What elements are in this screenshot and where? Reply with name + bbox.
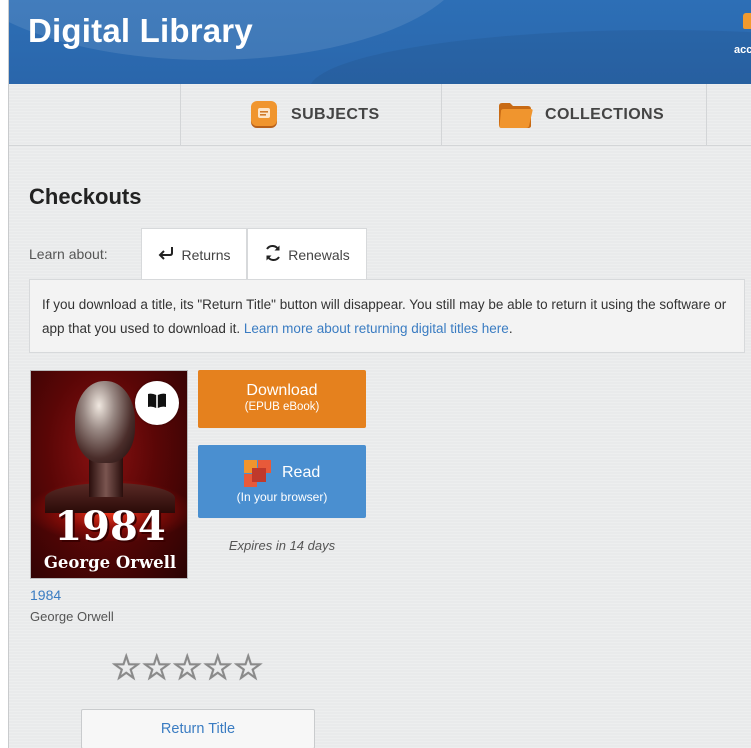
page-title: Checkouts bbox=[29, 184, 142, 209]
tab-renewals-label: Renewals bbox=[288, 246, 350, 263]
tab-returns-label: Returns bbox=[181, 246, 231, 263]
refresh-icon bbox=[264, 244, 282, 265]
download-button-label: Download bbox=[246, 382, 318, 399]
tab-returns[interactable]: Returns bbox=[141, 228, 247, 280]
app-frame: Digital Library acc SUBJECTS COLLECTIONS… bbox=[8, 0, 751, 748]
ebook-format-badge bbox=[135, 381, 179, 425]
open-book-icon bbox=[147, 393, 167, 414]
read-button-sub: (In your browser) bbox=[236, 490, 328, 504]
returns-info-box: If you download a title, its "Return Tit… bbox=[29, 279, 745, 353]
read-in-browser-button[interactable]: Read (In your browser) bbox=[198, 445, 366, 518]
header-shade-decoration bbox=[309, 30, 751, 84]
nav-divider bbox=[706, 84, 707, 145]
download-button-format: (EPUB eBook) bbox=[244, 401, 320, 413]
return-title-button[interactable]: Return Title bbox=[81, 709, 315, 748]
star-icon[interactable]: ☆ bbox=[171, 649, 203, 688]
site-title[interactable]: Digital Library bbox=[28, 12, 253, 50]
folder-icon bbox=[497, 100, 533, 130]
star-rating[interactable]: ☆☆☆☆☆ bbox=[110, 648, 264, 688]
cover-head bbox=[75, 381, 135, 463]
nav-label-subjects: SUBJECTS bbox=[291, 105, 380, 123]
read-button-label: Read bbox=[282, 464, 321, 481]
return-arrow-icon bbox=[157, 245, 175, 264]
returns-info-end: . bbox=[508, 321, 513, 336]
cover-neck bbox=[89, 457, 123, 497]
account-label[interactable]: acc bbox=[734, 44, 751, 56]
download-button[interactable]: Download (EPUB eBook) bbox=[198, 370, 366, 428]
account-icon[interactable] bbox=[743, 13, 751, 29]
expiration-text: Expires in 14 days bbox=[228, 538, 336, 553]
nav-divider bbox=[180, 84, 181, 145]
subjects-icon bbox=[249, 100, 279, 130]
nav-item-subjects[interactable]: SUBJECTS bbox=[249, 84, 380, 145]
book-title-link[interactable]: 1984 bbox=[30, 587, 61, 603]
site-header: Digital Library acc bbox=[9, 0, 751, 84]
learn-about-label: Learn about: bbox=[29, 246, 108, 262]
star-icon[interactable]: ☆ bbox=[202, 649, 234, 688]
cover-title: 1984 bbox=[54, 503, 166, 550]
main-nav: SUBJECTS COLLECTIONS bbox=[9, 84, 751, 146]
star-icon[interactable]: ☆ bbox=[110, 649, 142, 688]
read-app-icon bbox=[244, 459, 272, 487]
tab-renewals[interactable]: Renewals bbox=[247, 228, 367, 280]
nav-item-collections[interactable]: COLLECTIONS bbox=[497, 84, 664, 145]
star-icon[interactable]: ☆ bbox=[232, 649, 264, 688]
nav-divider bbox=[441, 84, 442, 145]
star-icon[interactable]: ☆ bbox=[141, 649, 173, 688]
cover-author: George Orwell bbox=[43, 553, 177, 572]
nav-label-collections: COLLECTIONS bbox=[545, 105, 665, 123]
learn-more-link[interactable]: Learn more about returning digital title… bbox=[244, 321, 509, 336]
book-author[interactable]: George Orwell bbox=[30, 609, 114, 624]
